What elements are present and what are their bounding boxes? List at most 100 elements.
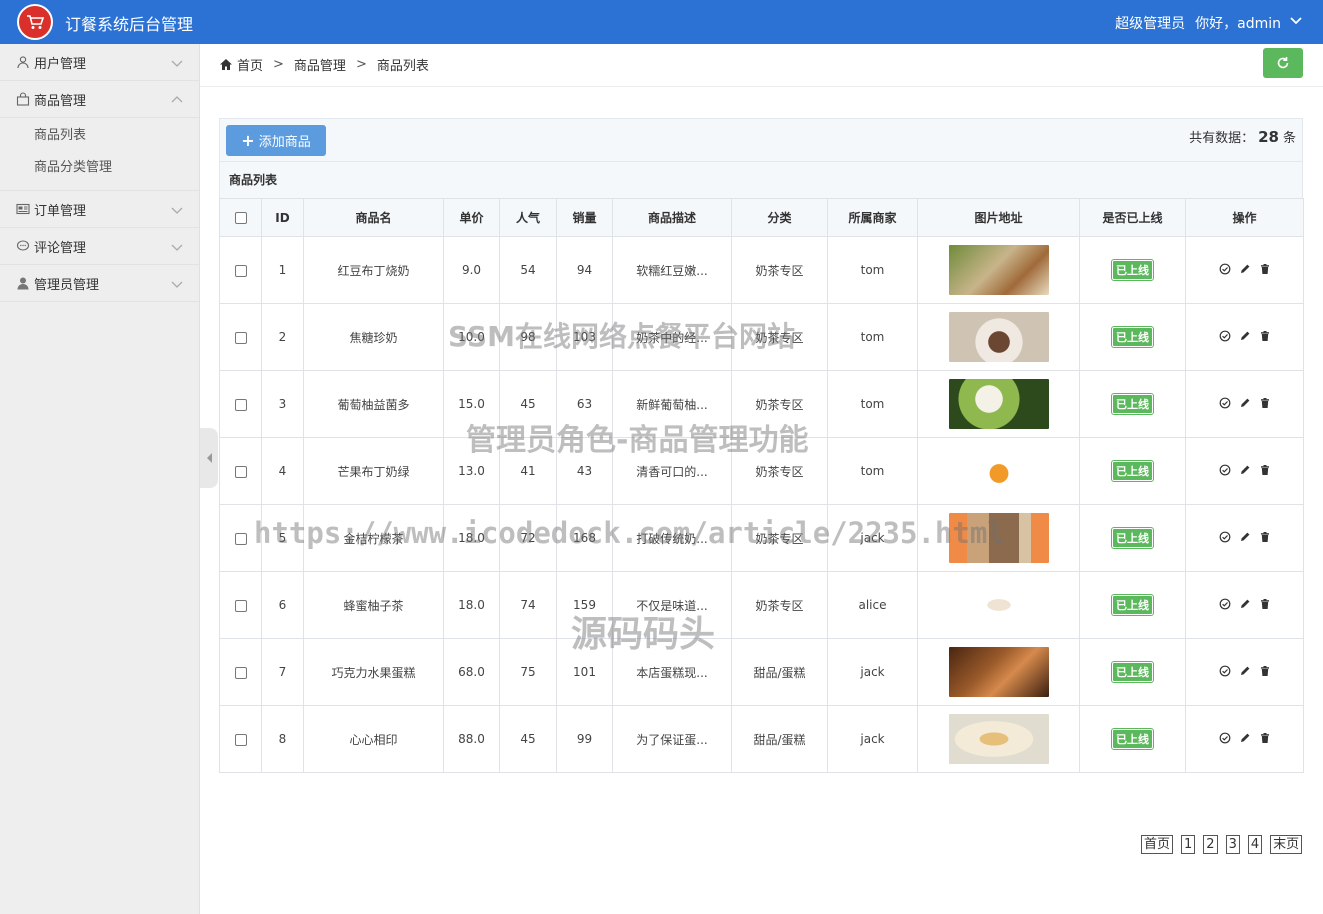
cell-merchant: tom [827, 437, 918, 505]
product-table: ID 商品名 单价 人气 销量 商品描述 分类 所属商家 图片地址 是否已上线 … [219, 198, 1304, 773]
cell-merchant: tom [827, 370, 918, 438]
cell-status: 已上线 [1079, 437, 1186, 505]
cell-category: 奶茶专区 [731, 236, 828, 304]
cell-id: 3 [261, 370, 304, 438]
cell-image [917, 303, 1080, 371]
row-checkbox[interactable] [234, 331, 247, 344]
breadcrumb-separator: > [355, 57, 367, 72]
watermark-text: 管理员角色-商品管理功能 [466, 423, 809, 458]
trash-icon[interactable] [1259, 665, 1271, 677]
pagination-page[interactable]: 2 [1203, 835, 1218, 854]
edit-pencil-icon[interactable] [1239, 397, 1251, 409]
select-all-checkbox[interactable] [234, 212, 247, 224]
chevron-down-icon [171, 281, 183, 288]
check-circle-icon[interactable] [1219, 397, 1231, 409]
check-circle-icon[interactable] [1219, 598, 1231, 610]
refresh-icon [1277, 57, 1289, 69]
check-circle-icon[interactable] [1219, 464, 1231, 476]
edit-pencil-icon[interactable] [1239, 531, 1251, 543]
trash-icon[interactable] [1259, 263, 1271, 275]
sidebar-collapse-toggle[interactable] [200, 428, 218, 488]
row-checkbox[interactable] [234, 398, 247, 411]
column-header: 是否已上线 [1079, 198, 1186, 237]
edit-pencil-icon[interactable] [1239, 665, 1251, 677]
row-select-cell [219, 571, 262, 639]
check-circle-icon[interactable] [1219, 330, 1231, 342]
edit-pencil-icon[interactable] [1239, 464, 1251, 476]
row-select-cell [219, 236, 262, 304]
pagination-last[interactable]: 末页 [1270, 835, 1303, 854]
trash-icon[interactable] [1259, 397, 1271, 409]
trash-icon[interactable] [1259, 732, 1271, 744]
cell-image [917, 370, 1080, 438]
check-circle-icon[interactable] [1219, 531, 1231, 543]
pagination-first[interactable]: 首页 [1141, 835, 1174, 854]
product-thumbnail [948, 580, 1049, 630]
chevron-down-icon[interactable] [1289, 14, 1303, 28]
edit-pencil-icon[interactable] [1239, 598, 1251, 610]
product-submenu: 商品列表 商品分类管理 [0, 118, 199, 191]
add-product-button[interactable]: + 添加商品 [226, 125, 326, 156]
cell-id: 2 [261, 303, 304, 371]
sidebar-item-order-management[interactable]: 订单管理 [0, 191, 199, 228]
row-checkbox[interactable] [234, 666, 247, 679]
table-title: 商品列表 [219, 162, 1303, 199]
row-checkbox[interactable] [234, 465, 247, 478]
breadcrumb-level1[interactable]: 商品管理 [294, 55, 346, 74]
row-checkbox[interactable] [234, 599, 247, 612]
edit-pencil-icon[interactable] [1239, 330, 1251, 342]
trash-icon[interactable] [1259, 598, 1271, 610]
edit-pencil-icon[interactable] [1239, 263, 1251, 275]
pagination-page[interactable]: 3 [1225, 835, 1240, 854]
row-checkbox[interactable] [234, 532, 247, 545]
pagination-page[interactable]: 1 [1181, 835, 1196, 854]
cell-actions [1185, 638, 1304, 706]
cart-logo-icon [17, 4, 53, 40]
table-row: 6 蜂蜜柚子茶 18.0 74 159 不仅是味道... 奶茶专区 alice 已上线 [219, 571, 1304, 639]
status-badge: 已上线 [1111, 728, 1154, 750]
check-circle-icon[interactable] [1219, 665, 1231, 677]
cell-image [917, 638, 1080, 706]
watermark-text: https://www.icodedock.com/article/2235.h… [254, 516, 1005, 550]
trash-icon[interactable] [1259, 531, 1271, 543]
status-badge: 已上线 [1111, 393, 1154, 415]
check-circle-icon[interactable] [1219, 732, 1231, 744]
watermark-text: SSM在线网络点餐平台网站 [448, 320, 795, 353]
sidebar: 用户管理 商品管理 商品列表 商品分类管理 订单管理 评论管理 管理员管理 [0, 44, 200, 914]
breadcrumb-home[interactable]: 首页 [237, 55, 263, 74]
divider [200, 86, 1323, 87]
product-thumbnail [948, 647, 1049, 697]
row-checkbox[interactable] [234, 733, 247, 746]
pagination-page[interactable]: 4 [1247, 835, 1263, 854]
user-role: 超级管理员 [1115, 16, 1186, 32]
sidebar-item-product-management[interactable]: 商品管理 [0, 81, 199, 118]
row-select-cell [219, 437, 262, 505]
comment-icon [16, 239, 30, 253]
table-header-row: ID 商品名 单价 人气 销量 商品描述 分类 所属商家 图片地址 是否已上线 … [219, 198, 1304, 237]
sidebar-item-comment-management[interactable]: 评论管理 [0, 228, 199, 265]
sidebar-item-user-management[interactable]: 用户管理 [0, 44, 199, 81]
cell-name: 巧克力水果蛋糕 [303, 638, 444, 706]
cell-name: 红豆布丁烧奶 [303, 236, 444, 304]
sidebar-item-label: 商品管理 [34, 93, 87, 109]
cell-popularity: 45 [499, 705, 557, 773]
check-circle-icon[interactable] [1219, 263, 1231, 275]
cell-category: 奶茶专区 [731, 571, 828, 639]
row-checkbox[interactable] [234, 264, 247, 277]
total-number: 28 [1258, 128, 1279, 146]
refresh-button[interactable] [1263, 48, 1303, 78]
trash-icon[interactable] [1259, 464, 1271, 476]
column-header: 操作 [1185, 198, 1304, 237]
column-header: 商品描述 [612, 198, 732, 237]
total-suffix: 条 [1282, 131, 1296, 146]
cell-merchant: alice [827, 571, 918, 639]
breadcrumb-level2: 商品列表 [376, 59, 429, 74]
sidebar-item-label: 用户管理 [34, 56, 87, 72]
edit-pencil-icon[interactable] [1239, 732, 1251, 744]
sidebar-subitem-category-management[interactable]: 商品分类管理 [0, 152, 199, 184]
sidebar-item-admin-management[interactable]: 管理员管理 [0, 265, 199, 302]
cell-actions [1185, 437, 1304, 505]
sidebar-subitem-product-list[interactable]: 商品列表 [0, 120, 199, 152]
user-menu[interactable]: 超级管理员 你好，admin [1105, 13, 1281, 33]
trash-icon[interactable] [1259, 330, 1271, 342]
